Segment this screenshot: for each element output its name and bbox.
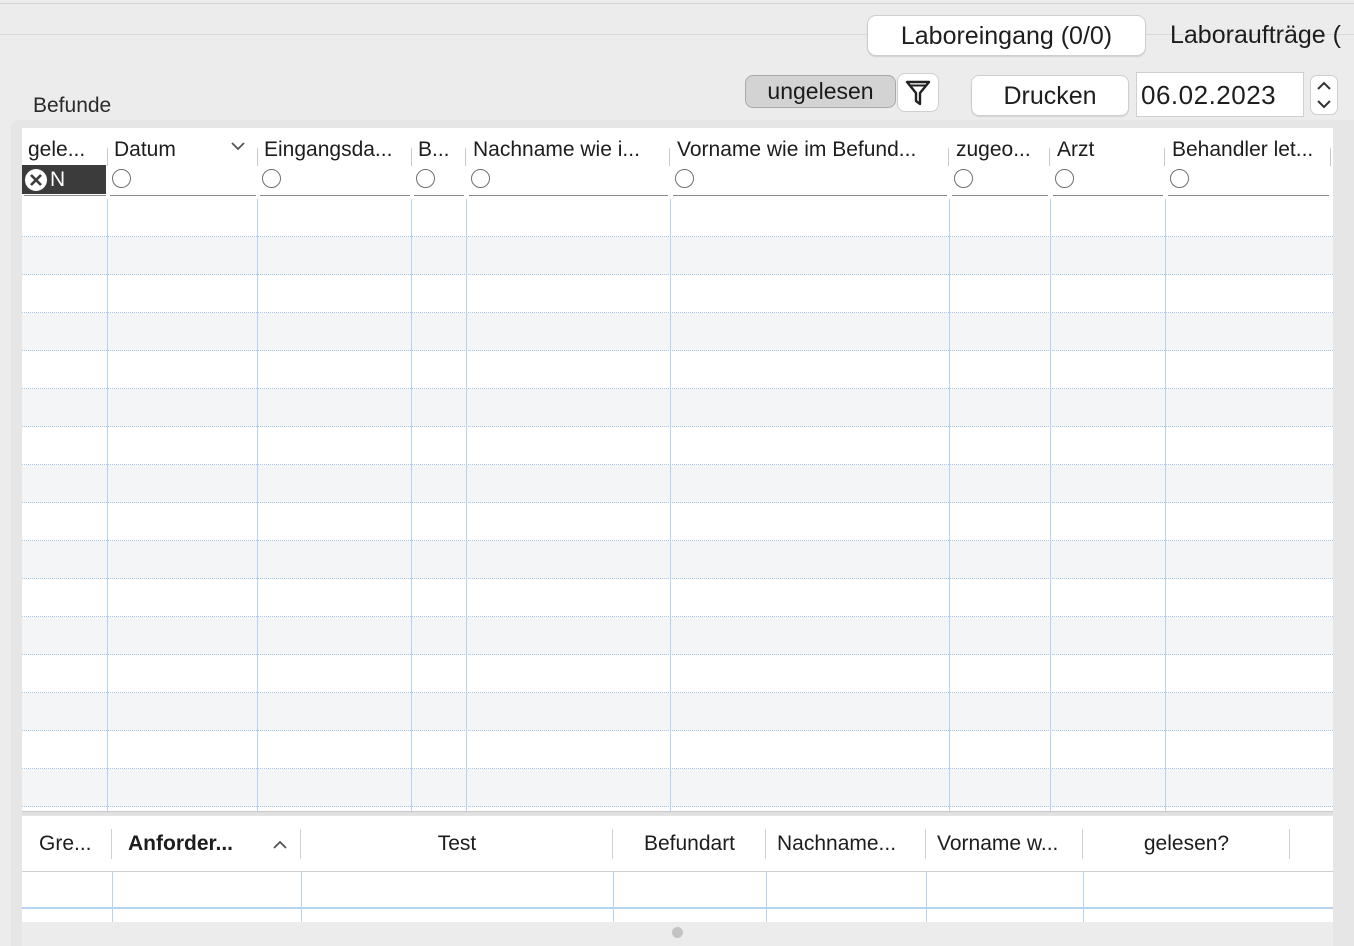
column-header-datum[interactable]: Datum bbox=[108, 128, 258, 198]
column-header-vorname[interactable]: Vorname w... bbox=[926, 816, 1083, 872]
table-row[interactable] bbox=[22, 579, 1333, 617]
column-title: Eingangsda... bbox=[264, 138, 393, 161]
detail-table[interactable]: Gre... Anforder... Test Befundart Nachna… bbox=[22, 816, 1333, 922]
table-row[interactable] bbox=[22, 503, 1333, 541]
column-title: Nachname wie i... bbox=[473, 138, 640, 161]
column-divider bbox=[1083, 872, 1084, 922]
column-filter-radio[interactable] bbox=[675, 169, 694, 188]
column-title: Behandler let... bbox=[1172, 138, 1314, 161]
column-header-gre[interactable]: Gre... bbox=[22, 816, 112, 872]
filter-button[interactable] bbox=[897, 73, 939, 112]
column-header-gelesen[interactable]: gele... N bbox=[22, 128, 108, 198]
column-title: B... bbox=[418, 138, 450, 161]
column-header-nachname[interactable]: Nachname... bbox=[766, 816, 926, 872]
column-title: Datum bbox=[114, 138, 176, 161]
column-divider bbox=[1050, 199, 1051, 811]
column-header-arzt[interactable]: Arzt bbox=[1051, 128, 1165, 198]
column-divider bbox=[613, 872, 614, 922]
table-body[interactable] bbox=[22, 199, 1333, 811]
table-row[interactable] bbox=[22, 693, 1333, 731]
column-header-gelesen[interactable]: gelesen? bbox=[1083, 816, 1290, 872]
column-divider bbox=[301, 872, 302, 922]
column-divider bbox=[766, 872, 767, 922]
clear-icon[interactable] bbox=[25, 168, 47, 191]
column-filter-radio[interactable] bbox=[112, 169, 131, 188]
column-filter-radio[interactable] bbox=[1055, 169, 1074, 188]
column-divider bbox=[257, 199, 258, 811]
split-divider[interactable] bbox=[22, 811, 1333, 815]
column-header-eingangsdatum[interactable]: Eingangsda... bbox=[258, 128, 412, 198]
funnel-icon bbox=[905, 80, 931, 105]
column-filter-radio[interactable] bbox=[416, 169, 435, 188]
table-row[interactable] bbox=[22, 199, 1333, 237]
filter-cell-selected[interactable]: N bbox=[22, 165, 106, 194]
print-button[interactable]: Drucken bbox=[971, 75, 1129, 116]
column-divider bbox=[466, 199, 467, 811]
column-filter-radio[interactable] bbox=[471, 169, 490, 188]
table-row[interactable] bbox=[22, 655, 1333, 693]
table-row[interactable] bbox=[22, 351, 1333, 389]
sort-descending-icon bbox=[231, 142, 245, 151]
table-row[interactable] bbox=[22, 275, 1333, 313]
table-row[interactable] bbox=[22, 313, 1333, 351]
column-title: Arzt bbox=[1057, 138, 1095, 161]
column-title: zugeo... bbox=[956, 138, 1031, 161]
column-title: gele... bbox=[28, 138, 86, 161]
column-filter-radio[interactable] bbox=[262, 169, 281, 188]
filter-value: N bbox=[50, 168, 66, 191]
unread-filter-toggle[interactable]: ungelesen bbox=[745, 75, 896, 108]
resize-grip-icon[interactable] bbox=[672, 927, 683, 938]
table-row[interactable] bbox=[22, 769, 1333, 807]
column-header-zugeordnet[interactable]: zugeo... bbox=[950, 128, 1050, 198]
column-divider bbox=[107, 199, 108, 811]
column-divider bbox=[670, 199, 671, 811]
table-row[interactable] bbox=[22, 465, 1333, 503]
table-row[interactable] bbox=[22, 237, 1333, 275]
column-divider bbox=[949, 199, 950, 811]
table-row[interactable] bbox=[22, 541, 1333, 579]
chevron-down-icon[interactable] bbox=[1317, 100, 1331, 109]
date-field[interactable]: 06.02.2023 bbox=[1136, 72, 1304, 117]
column-divider bbox=[411, 199, 412, 811]
table-row[interactable] bbox=[22, 731, 1333, 769]
column-filter-radio[interactable] bbox=[954, 169, 973, 188]
column-header-vorname[interactable]: Vorname wie im Befund... bbox=[671, 128, 949, 198]
column-divider bbox=[112, 872, 113, 922]
column-divider bbox=[1165, 199, 1166, 811]
column-title: Vorname wie im Befund... bbox=[677, 138, 917, 161]
table-row[interactable] bbox=[22, 872, 1333, 909]
column-header-behandler[interactable]: Behandler let... bbox=[1166, 128, 1331, 198]
table-row[interactable] bbox=[22, 389, 1333, 427]
column-title: Anforder... bbox=[128, 832, 234, 855]
results-table[interactable]: gele... N Datum Eingangsda... B... Nachn… bbox=[22, 128, 1333, 811]
column-header-anforderung[interactable]: Anforder... bbox=[112, 816, 301, 872]
column-header-befundart[interactable]: Befundart bbox=[613, 816, 766, 872]
column-header-nachname[interactable]: Nachname wie i... bbox=[467, 128, 670, 198]
column-header-test[interactable]: Test bbox=[301, 816, 613, 872]
table-row[interactable] bbox=[22, 427, 1333, 465]
column-header-b[interactable]: B... bbox=[412, 128, 466, 198]
date-stepper[interactable] bbox=[1310, 75, 1338, 115]
table-row[interactable] bbox=[22, 617, 1333, 655]
column-filter-radio[interactable] bbox=[1170, 169, 1189, 188]
tab-laborauftraege[interactable]: Laboraufträge ( bbox=[1146, 15, 1354, 56]
sort-ascending-icon bbox=[273, 840, 287, 849]
column-divider bbox=[926, 872, 927, 922]
tab-laboreingang[interactable]: Laboreingang (0/0) bbox=[867, 15, 1146, 56]
section-title: Befunde bbox=[33, 94, 112, 117]
chevron-up-icon[interactable] bbox=[1317, 81, 1331, 90]
